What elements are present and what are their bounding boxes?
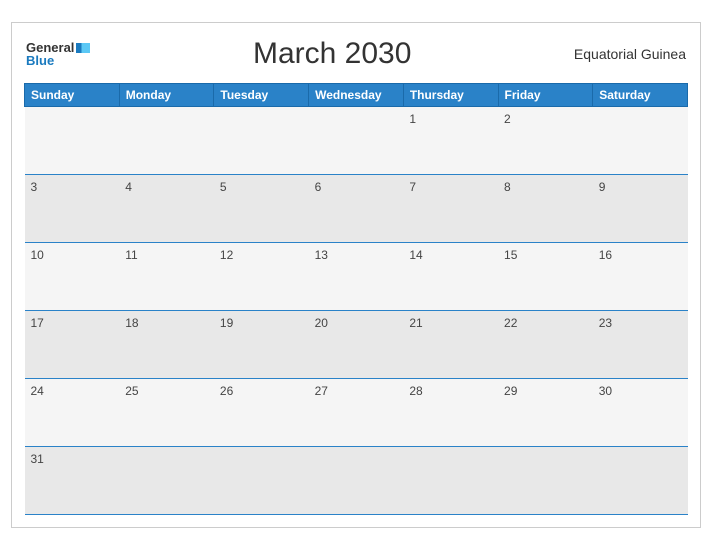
calendar-cell: 6 bbox=[309, 175, 404, 243]
calendar-cell: 24 bbox=[25, 379, 120, 447]
calendar-cell bbox=[25, 107, 120, 175]
weekday-header-row: SundayMondayTuesdayWednesdayThursdayFrid… bbox=[25, 84, 688, 107]
day-number: 18 bbox=[125, 316, 138, 330]
calendar-cell: 16 bbox=[593, 243, 688, 311]
calendar-cell: 17 bbox=[25, 311, 120, 379]
calendar-cell: 18 bbox=[119, 311, 214, 379]
calendar-cell: 12 bbox=[214, 243, 309, 311]
day-number: 20 bbox=[315, 316, 328, 330]
day-number: 21 bbox=[409, 316, 422, 330]
day-number: 27 bbox=[315, 384, 328, 398]
calendar-cell: 7 bbox=[403, 175, 498, 243]
day-number: 24 bbox=[31, 384, 44, 398]
day-number: 22 bbox=[504, 316, 517, 330]
calendar-cell bbox=[309, 107, 404, 175]
calendar-cell bbox=[119, 447, 214, 515]
calendar-cell: 29 bbox=[498, 379, 593, 447]
calendar-cell: 26 bbox=[214, 379, 309, 447]
calendar-week-row: 3 4 5 6 7 8 9 bbox=[25, 175, 688, 243]
day-number: 31 bbox=[31, 452, 44, 466]
calendar-week-row: 31 bbox=[25, 447, 688, 515]
calendar-grid: SundayMondayTuesdayWednesdayThursdayFrid… bbox=[24, 83, 688, 515]
calendar-header: General Blue March 2030 Equatorial Guine… bbox=[24, 33, 688, 75]
day-number: 28 bbox=[409, 384, 422, 398]
weekday-header-sunday: Sunday bbox=[25, 84, 120, 107]
day-number: 19 bbox=[220, 316, 233, 330]
weekday-header-monday: Monday bbox=[119, 84, 214, 107]
day-number: 17 bbox=[31, 316, 44, 330]
calendar-cell: 2 bbox=[498, 107, 593, 175]
day-number: 1 bbox=[409, 112, 416, 126]
day-number: 11 bbox=[125, 248, 137, 262]
calendar-cell: 21 bbox=[403, 311, 498, 379]
calendar-cell bbox=[593, 447, 688, 515]
logo: General Blue bbox=[26, 41, 90, 67]
day-number: 4 bbox=[125, 180, 132, 194]
day-number: 10 bbox=[31, 248, 44, 262]
weekday-header-tuesday: Tuesday bbox=[214, 84, 309, 107]
logo-flag-icon bbox=[76, 43, 90, 53]
day-number: 5 bbox=[220, 180, 227, 194]
calendar-cell: 14 bbox=[403, 243, 498, 311]
day-number: 14 bbox=[409, 248, 422, 262]
calendar-cell bbox=[498, 447, 593, 515]
calendar-title: March 2030 bbox=[90, 37, 574, 71]
calendar-cell: 19 bbox=[214, 311, 309, 379]
day-number: 26 bbox=[220, 384, 233, 398]
calendar-cell: 31 bbox=[25, 447, 120, 515]
calendar-cell: 20 bbox=[309, 311, 404, 379]
calendar-cell: 9 bbox=[593, 175, 688, 243]
calendar-cell bbox=[214, 107, 309, 175]
day-number: 6 bbox=[315, 180, 322, 194]
day-number: 29 bbox=[504, 384, 517, 398]
calendar-week-row: 12 bbox=[25, 107, 688, 175]
day-number: 16 bbox=[599, 248, 612, 262]
day-number: 7 bbox=[409, 180, 416, 194]
calendar-container: General Blue March 2030 Equatorial Guine… bbox=[11, 22, 701, 528]
day-number: 25 bbox=[125, 384, 138, 398]
calendar-week-row: 24 25 26 27 28 29 30 bbox=[25, 379, 688, 447]
calendar-cell: 25 bbox=[119, 379, 214, 447]
day-number: 9 bbox=[599, 180, 606, 194]
weekday-header-thursday: Thursday bbox=[403, 84, 498, 107]
calendar-week-row: 17 18 19 20 21 22 23 bbox=[25, 311, 688, 379]
calendar-cell bbox=[309, 447, 404, 515]
day-number: 23 bbox=[599, 316, 612, 330]
calendar-cell: 30 bbox=[593, 379, 688, 447]
calendar-cell: 4 bbox=[119, 175, 214, 243]
day-number: 30 bbox=[599, 384, 612, 398]
day-number: 15 bbox=[504, 248, 517, 262]
weekday-header-friday: Friday bbox=[498, 84, 593, 107]
day-number: 8 bbox=[504, 180, 511, 194]
calendar-cell: 3 bbox=[25, 175, 120, 243]
day-number: 13 bbox=[315, 248, 328, 262]
calendar-cell: 27 bbox=[309, 379, 404, 447]
calendar-cell: 23 bbox=[593, 311, 688, 379]
calendar-cell: 5 bbox=[214, 175, 309, 243]
calendar-cell: 13 bbox=[309, 243, 404, 311]
day-number: 2 bbox=[504, 112, 511, 126]
calendar-cell: 22 bbox=[498, 311, 593, 379]
day-number: 12 bbox=[220, 248, 233, 262]
weekday-header-wednesday: Wednesday bbox=[309, 84, 404, 107]
calendar-cell: 15 bbox=[498, 243, 593, 311]
calendar-cell: 1 bbox=[403, 107, 498, 175]
country-label: Equatorial Guinea bbox=[574, 46, 686, 62]
calendar-cell bbox=[214, 447, 309, 515]
day-number: 3 bbox=[31, 180, 38, 194]
calendar-cell bbox=[593, 107, 688, 175]
calendar-week-row: 10 11 12 13 14 15 16 bbox=[25, 243, 688, 311]
weekday-header-saturday: Saturday bbox=[593, 84, 688, 107]
calendar-cell bbox=[403, 447, 498, 515]
calendar-cell: 11 bbox=[119, 243, 214, 311]
calendar-cell: 28 bbox=[403, 379, 498, 447]
calendar-cell: 10 bbox=[25, 243, 120, 311]
calendar-cell bbox=[119, 107, 214, 175]
calendar-cell: 8 bbox=[498, 175, 593, 243]
logo-blue-text: Blue bbox=[26, 54, 90, 67]
